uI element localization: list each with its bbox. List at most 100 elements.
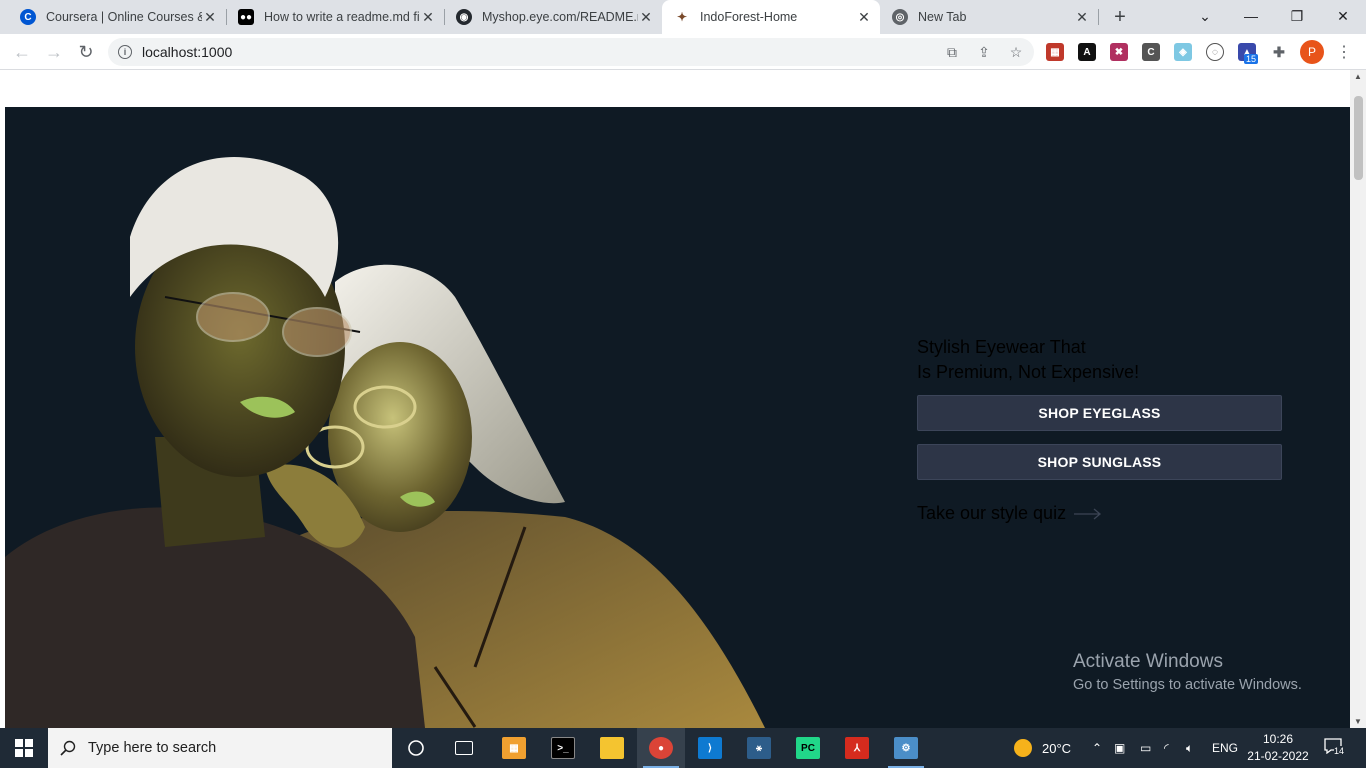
tab-title: Coursera | Online Courses & Cr: [46, 10, 202, 24]
menu-kebab-icon[interactable]: ⋮: [1334, 40, 1354, 64]
tagline-line-1: Stylish Eyewear That: [917, 337, 1086, 357]
tab-readme-article[interactable]: ●● How to write a readme.md file ✕: [226, 0, 444, 34]
c-extension-icon[interactable]: C: [1142, 43, 1160, 61]
extension-icon[interactable]: ◌: [1206, 43, 1224, 61]
defender-icon[interactable]: ▣: [1114, 728, 1125, 768]
site-icon: ✦: [676, 10, 688, 24]
tab-indoforest-home[interactable]: ✦ IndoForest-Home ✕: [662, 0, 880, 34]
scroll-thumb[interactable]: [1354, 96, 1363, 180]
site-header: [0, 70, 1350, 106]
restore-button[interactable]: ❐: [1274, 0, 1320, 32]
hero-section: Stylish Eyewear That Is Premium, Not Exp…: [5, 107, 1350, 728]
forward-button[interactable]: →: [42, 40, 66, 64]
cortana-button[interactable]: [392, 728, 440, 768]
windows-taskbar: Type here to search ▦ >_ ● ⟩ ⚹ PC ⅄ ⚙ 20…: [0, 728, 1366, 768]
search-placeholder: Type here to search: [88, 740, 217, 756]
page-scrollbar[interactable]: ▲ ▼: [1350, 70, 1366, 728]
clock-time: 10:26: [1262, 732, 1294, 746]
scroll-down-icon[interactable]: ▼: [1354, 717, 1362, 726]
shop-eyeglass-button[interactable]: SHOP EYEGLASS: [917, 395, 1282, 431]
activate-windows-watermark: Activate Windows Go to Settings to activ…: [1073, 651, 1302, 693]
task-view-icon: [455, 741, 473, 755]
open-in-app-icon[interactable]: ⧉: [942, 42, 962, 62]
mysql-workbench-icon: ⚹: [747, 737, 771, 759]
close-icon[interactable]: ✕: [856, 9, 872, 25]
clock-date: 21-02-2022: [1247, 749, 1309, 763]
style-quiz-link[interactable]: Take our style quiz: [917, 503, 1102, 524]
windows-logo-icon: [15, 739, 33, 757]
taskbar-app-control-panel[interactable]: ⚙: [882, 728, 930, 768]
close-icon[interactable]: ✕: [420, 9, 436, 25]
taskbar-app-acrobat[interactable]: ⅄: [833, 728, 881, 768]
url-text: localhost:1000: [142, 44, 233, 60]
notification-count: 14: [1334, 746, 1345, 756]
wifi-icon[interactable]: ◜: [1164, 728, 1169, 768]
sun-icon: [1014, 739, 1032, 757]
tab-new-tab[interactable]: ◎ New Tab ✕: [880, 0, 1098, 34]
tagline-line-2: Is Premium, Not Expensive!: [917, 362, 1140, 382]
weather-widget[interactable]: 20°C: [1014, 728, 1071, 768]
share-icon[interactable]: ⇪: [974, 42, 994, 62]
terminal-icon: >_: [551, 737, 575, 759]
bookmark-star-icon[interactable]: ☆: [1006, 42, 1026, 62]
extension-icon[interactable]: ◈: [1174, 43, 1192, 61]
github-icon: ◉: [456, 9, 472, 25]
watermark-title: Activate Windows: [1073, 651, 1223, 672]
new-tab-button[interactable]: +: [1108, 5, 1132, 29]
pycharm-icon: PC: [796, 737, 820, 759]
start-button[interactable]: [0, 728, 48, 768]
watermark-subtitle: Go to Settings to activate Windows.: [1073, 677, 1302, 693]
battery-icon[interactable]: ▭: [1140, 728, 1151, 768]
file-explorer-icon: [600, 737, 624, 759]
tab-title: New Tab: [918, 10, 967, 24]
taskbar-app-mysql[interactable]: ⚹: [735, 728, 783, 768]
tab-title: Myshop.eye.com/README.md: [482, 10, 638, 24]
page-viewport: Stylish Eyewear That Is Premium, Not Exp…: [0, 70, 1350, 728]
tab-github-readme[interactable]: ◉ Myshop.eye.com/README.md ✕: [444, 0, 662, 34]
minimize-button[interactable]: —: [1228, 0, 1274, 32]
site-info-icon[interactable]: i: [118, 45, 132, 59]
notification-center-button[interactable]: 14: [1324, 738, 1346, 758]
address-bar[interactable]: i localhost:1000: [108, 38, 1034, 66]
taskbar-clock[interactable]: 10:26 21-02-2022: [1240, 731, 1316, 765]
close-icon[interactable]: ✕: [1074, 9, 1090, 25]
show-hidden-icons-button[interactable]: ⌃: [1092, 728, 1102, 768]
extensions-puzzle-icon[interactable]: ✚: [1270, 43, 1288, 61]
close-icon[interactable]: ✕: [202, 9, 218, 25]
chrome-icon: ●: [649, 737, 673, 759]
taskbar-app-store[interactable]: ▦: [490, 728, 538, 768]
volume-icon[interactable]: 🔈︎: [1186, 728, 1193, 768]
language-indicator[interactable]: ENG: [1212, 728, 1238, 768]
tab-search-button[interactable]: ⌄: [1182, 0, 1228, 32]
taskbar-app-chrome[interactable]: ●: [637, 728, 685, 768]
shop-sunglass-button[interactable]: SHOP SUNGLASS: [917, 444, 1282, 480]
style-quiz-label: Take our style quiz: [917, 503, 1067, 523]
tab-separator: [1098, 9, 1099, 25]
extension-icon[interactable]: ✖: [1110, 43, 1128, 61]
microsoft-store-icon: ▦: [502, 737, 526, 759]
hero-tagline: Stylish Eyewear That Is Premium, Not Exp…: [917, 335, 1139, 385]
taskbar-app-vscode[interactable]: ⟩: [686, 728, 734, 768]
task-view-button[interactable]: [440, 728, 488, 768]
profile-avatar[interactable]: P: [1300, 40, 1324, 64]
hero-couple-image: [5, 157, 765, 728]
close-window-button[interactable]: ✕: [1320, 0, 1366, 32]
back-button[interactable]: ←: [10, 40, 34, 64]
taskbar-search-box[interactable]: Type here to search: [48, 728, 392, 768]
coursera-icon: C: [20, 9, 36, 25]
tab-coursera[interactable]: C Coursera | Online Courses & Cr ✕: [8, 0, 226, 34]
extension-badge: 15: [1244, 54, 1259, 64]
chrome-icon: ◎: [892, 9, 908, 25]
taskbar-app-explorer[interactable]: [588, 728, 636, 768]
extension-icon[interactable]: ▦: [1046, 43, 1064, 61]
search-icon: [60, 740, 76, 756]
taskbar-app-terminal[interactable]: >_: [539, 728, 587, 768]
angular-extension-icon[interactable]: A: [1078, 43, 1096, 61]
scroll-up-icon[interactable]: ▲: [1354, 72, 1362, 81]
reload-button[interactable]: ↻: [74, 40, 98, 64]
control-panel-icon: ⚙: [894, 737, 918, 759]
close-icon[interactable]: ✕: [638, 9, 654, 25]
taskbar-app-pycharm[interactable]: PC: [784, 728, 832, 768]
browser-toolbar: ← → ↻ i localhost:1000 ⧉ ⇪ ☆ ▦ A ✖ C ◈ ◌…: [0, 34, 1366, 70]
vscode-icon: ⟩: [698, 737, 722, 759]
